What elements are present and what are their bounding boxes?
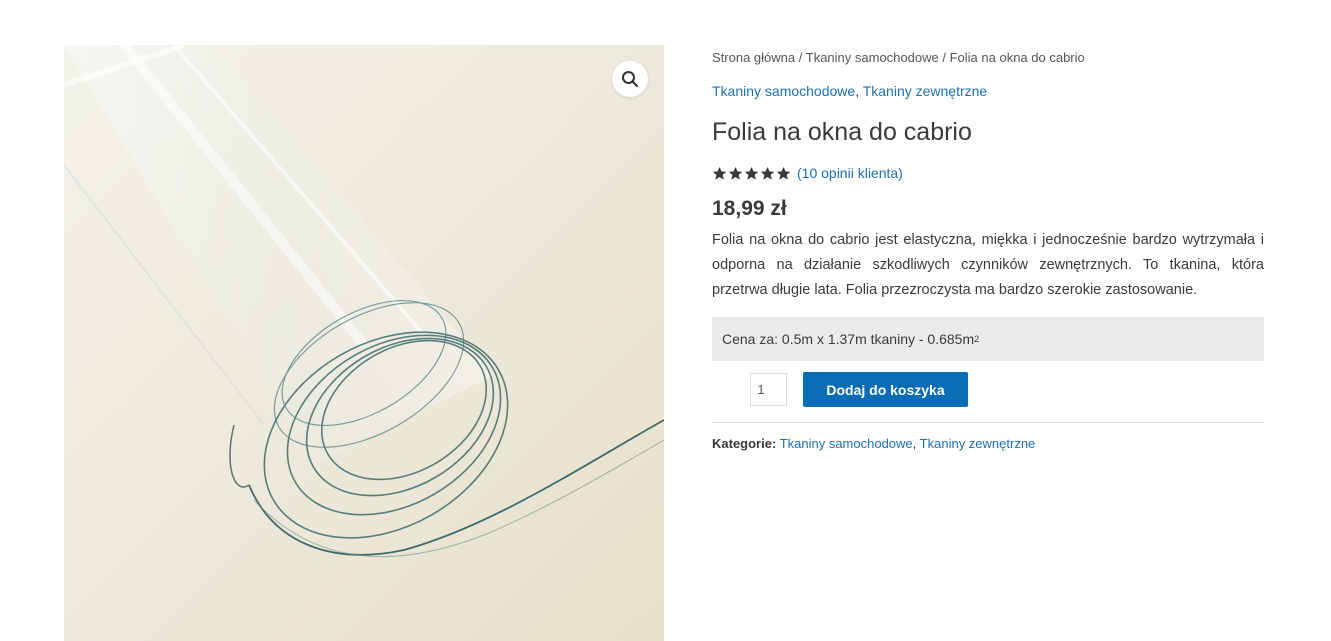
product-price: 18,99 zł [712, 197, 787, 220]
zoom-button[interactable] [612, 61, 648, 97]
price-unit-superscript: 2 [974, 334, 980, 344]
product-categories-top: Tkaniny samochodowe, Tkaniny zewnętrzne [712, 78, 1264, 104]
breadcrumb-category[interactable]: Tkaniny samochodowe [806, 50, 939, 65]
quantity-input[interactable] [750, 373, 787, 406]
breadcrumb-separator: / [798, 50, 803, 65]
product-image[interactable] [64, 45, 664, 641]
star-icon [760, 166, 775, 181]
breadcrumb: Strona główna / Tkaniny samochodowe / Fo… [712, 45, 1264, 71]
add-to-cart-form: Dodaj do koszyka [712, 372, 1264, 407]
price-unit-notice: Cena za: 0.5m x 1.37m tkaniny - 0.685m 2 [712, 317, 1264, 361]
product-title: Folia na okna do cabrio [712, 118, 972, 146]
meta-category-link-outdoor-fabrics[interactable]: Tkaniny zewnętrzne [920, 436, 1036, 451]
plastic-roll-illustration [64, 45, 664, 641]
add-to-cart-button[interactable]: Dodaj do koszyka [803, 372, 968, 407]
breadcrumb-current: Folia na okna do cabrio [949, 50, 1085, 65]
magnifier-icon [621, 70, 639, 88]
product-rating: (10 opinii klienta) [712, 162, 1264, 184]
star-icon [712, 166, 727, 181]
star-icon [728, 166, 743, 181]
star-icon [776, 166, 791, 181]
divider [712, 422, 1264, 423]
category-separator: , [855, 83, 860, 99]
product-summary: Strona główna / Tkaniny samochodowe / Fo… [712, 45, 1264, 455]
breadcrumb-separator: / [942, 50, 946, 65]
product-meta: Kategorie: Tkaniny samochodowe, Tkaniny … [712, 433, 1264, 455]
meta-category-separator: , [912, 436, 917, 451]
star-rating [712, 166, 791, 181]
category-link-outdoor-fabrics[interactable]: Tkaniny zewnętrzne [863, 83, 988, 99]
star-icon [744, 166, 759, 181]
price-unit-text: Cena za: 0.5m x 1.37m tkaniny - 0.685m [722, 331, 975, 347]
product-description: Folia na okna do cabrio jest elastyczna,… [712, 232, 1264, 298]
meta-category-link-car-fabrics[interactable]: Tkaniny samochodowe [780, 436, 913, 451]
category-link-car-fabrics[interactable]: Tkaniny samochodowe [712, 83, 855, 99]
reviews-link[interactable]: (10 opinii klienta) [797, 165, 903, 181]
breadcrumb-home[interactable]: Strona główna [712, 50, 795, 65]
categories-label: Kategorie: [712, 436, 777, 451]
